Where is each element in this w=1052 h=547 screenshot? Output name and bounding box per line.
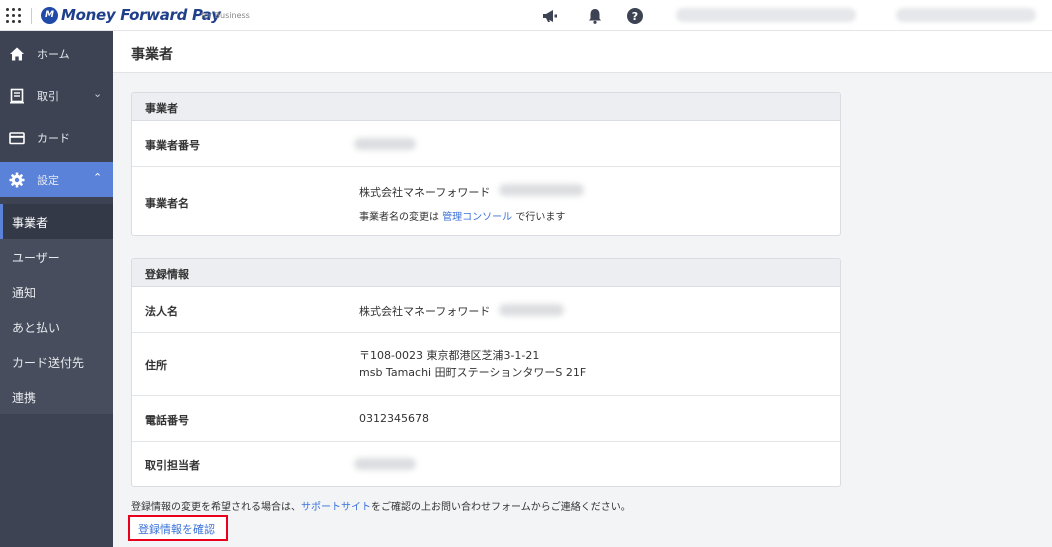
sub-item-label: 通知 — [12, 286, 37, 300]
card-icon — [9, 132, 25, 145]
sidebar-item-label: ホーム — [37, 48, 70, 61]
business-number-redacted — [354, 138, 416, 150]
help-icon[interactable]: ? — [625, 6, 645, 26]
contact-person-row: 取引担当者 — [132, 442, 840, 486]
sidebar: ホーム 取引 ⌄ カード 設定 ⌃ 事業者 ユーザー 通知 あと払い カード送付… — [0, 31, 113, 547]
user-name-redacted[interactable] — [896, 8, 1036, 22]
field-label: 法人名 — [145, 305, 178, 318]
sub-item-label: 連携 — [12, 391, 37, 405]
business-number-row: 事業者番号 — [132, 121, 840, 167]
logo-subtitle: for Business — [201, 11, 250, 20]
bell-icon[interactable] — [585, 6, 605, 26]
sidebar-sub-item-deferred-payment[interactable]: あと払い — [0, 309, 113, 344]
card-title: 登録情報 — [145, 268, 189, 281]
page-title: 事業者 — [131, 47, 173, 63]
support-site-link[interactable]: サポートサイト — [301, 502, 371, 513]
name-suffix-redacted — [499, 184, 584, 196]
business-info-card: 事業者 事業者番号 事業者名 株式会社マネーフォワード 事業者名の変更は 管理コ… — [131, 92, 841, 236]
sidebar-sub-item-integrations[interactable]: 連携 — [0, 379, 113, 414]
home-icon — [10, 47, 24, 61]
sidebar-sub-item-business[interactable]: 事業者 — [0, 204, 113, 239]
gear-icon — [9, 172, 25, 188]
top-header: M Money Forward Pay for Business ? — [0, 0, 1052, 31]
corp-suffix-redacted — [499, 304, 564, 316]
note-text: 登録情報の変更を希望される場合は、 — [131, 502, 301, 513]
field-label: 事業者名 — [145, 197, 189, 210]
chevron-down-icon: ⌄ — [93, 87, 103, 100]
sub-item-label: ユーザー — [12, 251, 60, 265]
address-row: 住所 〒108-0023 東京都港区芝浦3-1-21 msb Tamachi 田… — [132, 333, 840, 396]
confirm-registration-button[interactable]: 登録情報を確認 — [128, 515, 228, 541]
note-text: で行います — [512, 212, 566, 223]
field-label: 事業者番号 — [145, 139, 200, 152]
business-name-row: 事業者名 株式会社マネーフォワード 事業者名の変更は 管理コンソール で行います — [132, 167, 840, 235]
sidebar-item-settings[interactable]: 設定 ⌃ — [0, 162, 113, 197]
field-label: 住所 — [145, 359, 167, 372]
contact-person-redacted — [354, 458, 416, 470]
field-label: 取引担当者 — [145, 459, 200, 472]
sub-item-label: 事業者 — [12, 216, 49, 230]
sidebar-item-label: カード — [37, 132, 70, 145]
note-text: 事業者名の変更は — [359, 212, 443, 223]
card-header: 事業者 — [132, 93, 840, 121]
card-title: 事業者 — [145, 102, 178, 115]
button-label: 登録情報を確認 — [138, 523, 215, 536]
field-value: 株式会社マネーフォワード — [359, 305, 491, 318]
field-value: 株式会社マネーフォワード — [359, 186, 491, 199]
phone-row: 電話番号 0312345678 — [132, 396, 840, 442]
logo-mark-icon[interactable]: M — [41, 7, 58, 24]
registration-info-card: 登録情報 法人名 株式会社マネーフォワード 住所 〒108-0023 東京都港区… — [131, 258, 841, 487]
support-note: 登録情報の変更を希望される場合は、サポートサイトをご確認の上お問い合わせフォーム… — [131, 498, 631, 513]
field-label: 電話番号 — [145, 414, 189, 427]
sidebar-item-transactions[interactable]: 取引 ⌄ — [0, 78, 113, 113]
note-text: をご確認の上お問い合わせフォームからご連絡ください。 — [371, 502, 631, 513]
business-name-note: 事業者名の変更は 管理コンソール で行います — [359, 208, 565, 223]
card-header: 登録情報 — [132, 259, 840, 287]
header-divider — [31, 8, 32, 24]
sidebar-item-label: 取引 — [37, 90, 59, 103]
admin-console-link[interactable]: 管理コンソール — [442, 212, 512, 223]
sidebar-sub-item-card-shipping[interactable]: カード送付先 — [0, 344, 113, 379]
chevron-up-icon: ⌃ — [93, 171, 103, 184]
app-launcher-icon[interactable] — [6, 8, 22, 24]
sidebar-item-home[interactable]: ホーム — [0, 36, 113, 71]
svg-text:?: ? — [632, 10, 638, 23]
logo-text[interactable]: Money Forward Pay — [61, 6, 221, 24]
address-line-2: msb Tamachi 田町ステーションタワーS 21F — [359, 366, 587, 379]
corporate-name-row: 法人名 株式会社マネーフォワード — [132, 287, 840, 333]
user-org-redacted[interactable] — [676, 8, 856, 22]
sidebar-item-card[interactable]: カード — [0, 120, 113, 155]
sidebar-item-label: 設定 — [37, 174, 59, 187]
sub-item-label: カード送付先 — [12, 356, 85, 370]
sidebar-sub-item-users[interactable]: ユーザー — [0, 239, 113, 274]
sub-item-label: あと払い — [12, 321, 61, 335]
page-title-bar: 事業者 — [113, 31, 1052, 73]
megaphone-icon[interactable] — [540, 6, 560, 26]
address-line-1: 〒108-0023 東京都港区芝浦3-1-21 — [359, 349, 540, 362]
field-value: 0312345678 — [359, 412, 429, 425]
sidebar-sub-item-notifications[interactable]: 通知 — [0, 274, 113, 309]
receipt-icon — [10, 88, 24, 104]
